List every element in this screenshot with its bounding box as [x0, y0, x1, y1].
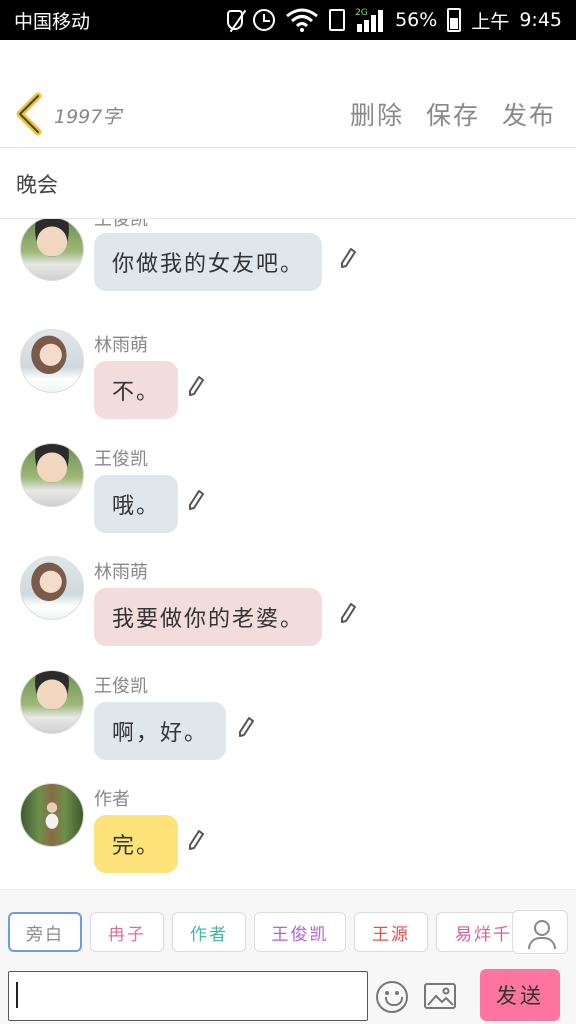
- speaker-name: 林雨萌: [94, 562, 148, 583]
- speaker-name: 王俊凯: [94, 449, 148, 470]
- signal-icon: 2G: [355, 8, 385, 32]
- editor-header: 1997字 删除 保存 发布: [0, 40, 576, 148]
- message-bubble[interactable]: 完。: [94, 815, 179, 873]
- send-button[interactable]: 发送: [480, 969, 560, 1021]
- message-bubble[interactable]: 我要做你的老婆。: [94, 588, 323, 646]
- chevron-left-icon: [16, 92, 42, 136]
- mute-icon: [227, 10, 244, 30]
- alarm-icon: [253, 9, 276, 31]
- edit-pencil-icon[interactable]: [238, 716, 254, 738]
- chat-list[interactable]: 王俊凯 你做我的女友吧。 林雨萌 不。 王俊凯 哦。 林雨萌 我要做你的老婆。 …: [0, 219, 576, 889]
- battery-percent: 56%: [395, 9, 438, 31]
- edit-pencil-icon[interactable]: [188, 489, 204, 511]
- user-icon[interactable]: [512, 910, 568, 954]
- clock-time: 9:45: [519, 9, 562, 31]
- input-bar: 发送: [0, 969, 576, 1024]
- header-actions: 删除 保存 发布: [350, 96, 556, 132]
- delete-button[interactable]: 删除: [350, 96, 404, 132]
- status-bar: 中国移动 2G 56% 上午 9:45: [0, 0, 576, 40]
- avatar[interactable]: [20, 556, 84, 620]
- image-icon[interactable]: [424, 983, 456, 1009]
- role-wang-junkai[interactable]: 王俊凯: [254, 912, 346, 952]
- emoji-icon[interactable]: [376, 981, 408, 1013]
- avatar[interactable]: [20, 670, 84, 734]
- carrier-label: 中国移动: [14, 10, 91, 33]
- edit-pencil-icon[interactable]: [188, 829, 204, 851]
- avatar[interactable]: [20, 329, 84, 393]
- message-bubble[interactable]: 哦。: [94, 475, 179, 533]
- publish-button[interactable]: 发布: [502, 96, 556, 132]
- role-wang-yuan[interactable]: 王源: [354, 912, 428, 952]
- speaker-name: 林雨萌: [94, 335, 148, 356]
- sim-icon: [329, 9, 346, 31]
- network-type-label: 2G: [355, 8, 368, 18]
- role-yi-yangqian[interactable]: 易烊千: [436, 912, 518, 952]
- wifi-icon: [285, 8, 319, 32]
- save-button[interactable]: 保存: [426, 96, 480, 132]
- edit-pencil-icon[interactable]: [340, 247, 356, 269]
- speaker-name: 王俊凯: [94, 219, 148, 230]
- message-input[interactable]: [8, 971, 368, 1021]
- avatar[interactable]: [20, 219, 84, 281]
- edit-pencil-icon[interactable]: [340, 602, 356, 624]
- text-caret: [16, 982, 18, 1008]
- back-button[interactable]: [14, 92, 44, 136]
- avatar[interactable]: [20, 783, 84, 847]
- speaker-name: 王俊凯: [94, 676, 148, 697]
- message-bubble[interactable]: 啊，好。: [94, 702, 227, 760]
- status-icons: 2G 56% 上午 9:45: [227, 7, 562, 34]
- role-ranzi[interactable]: 冉子: [90, 912, 164, 952]
- ampm-label: 上午: [471, 10, 510, 33]
- word-count: 1997字: [54, 106, 122, 128]
- role-author[interactable]: 作者: [172, 912, 246, 952]
- app-root: 中国移动 2G 56% 上午 9:45 1997字 删除 保存 发布 晚会 王俊…: [0, 0, 576, 1024]
- role-narrator[interactable]: 旁白: [8, 912, 82, 952]
- edit-pencil-icon[interactable]: [188, 375, 204, 397]
- speaker-name: 作者: [94, 789, 130, 810]
- avatar[interactable]: [20, 443, 84, 507]
- message-bubble[interactable]: 你做我的女友吧。: [94, 233, 323, 291]
- role-selector: 旁白 冉子 作者 王俊凯 王源 易烊千: [0, 889, 576, 971]
- chapter-title[interactable]: 晚会: [0, 149, 576, 219]
- message-bubble[interactable]: 不。: [94, 361, 179, 419]
- battery-icon: [447, 8, 462, 32]
